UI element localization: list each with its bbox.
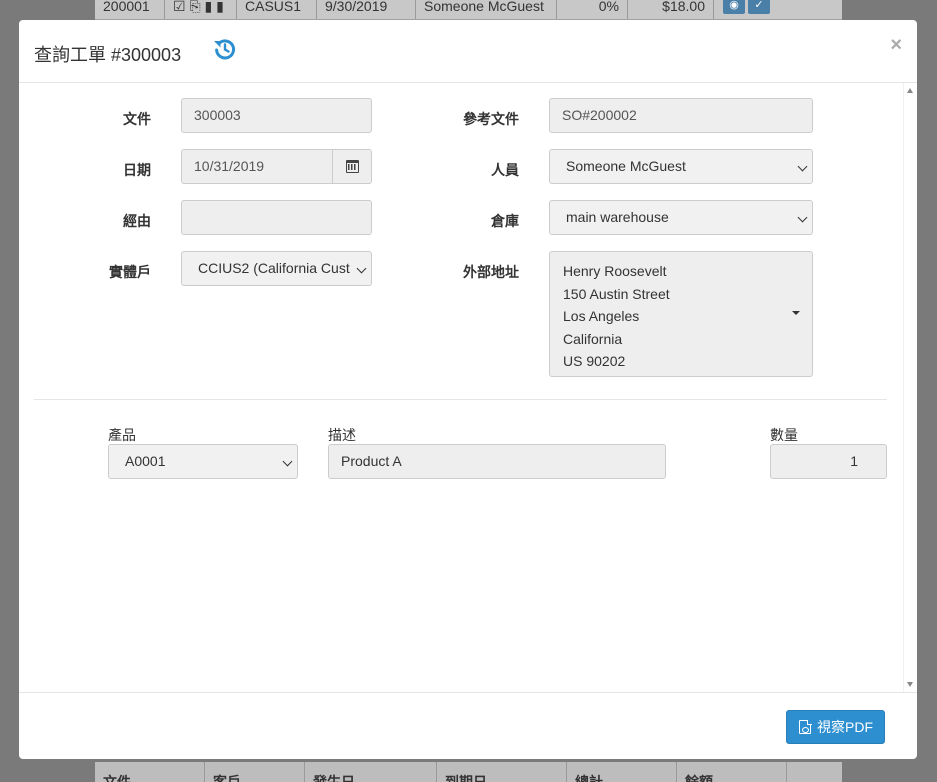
doc-field[interactable]: 300003 <box>181 98 372 133</box>
bg-view-button: ◉ <box>723 0 745 14</box>
person-select-value: Someone McGuest <box>566 158 686 174</box>
warehouse-select-value: main warehouse <box>566 209 669 225</box>
modal-title: 查詢工單 #300003 <box>34 45 182 65</box>
bg-header-doc: 文件 <box>95 762 205 782</box>
bg-header-issue-date: 發生日 <box>305 762 437 782</box>
bg-status-icons: ☑ ⎘ ▮ ▮ <box>165 0 237 19</box>
bg-header-customer: 客戶 <box>205 762 305 782</box>
close-button[interactable]: × <box>890 34 902 57</box>
product-select-value: A0001 <box>125 453 166 469</box>
view-pdf-label: 視察PDF <box>817 719 873 735</box>
description-header: 描述 <box>328 427 356 443</box>
background-table-row: 200001 ☑ ⎘ ▮ ▮ CASUS1 9/30/2019 Someone … <box>95 0 842 20</box>
person-label: 人員 <box>491 162 519 178</box>
bg-header-total: 總計 <box>567 762 677 782</box>
modal-body: 文件 300003 參考文件 SO#200002 日期 10/31/2019 人… <box>19 83 917 692</box>
product-header: 產品 <box>108 427 136 443</box>
chevron-down-icon <box>356 263 367 274</box>
work-order-modal: 查詢工單 #300003 × 文件 300003 參考文件 SO#200002 … <box>19 20 917 759</box>
background-table-header: 文件 客戶 發生日 到期日 總計 餘額 <box>95 762 842 782</box>
calendar-icon <box>346 160 359 173</box>
address-line: US 90202 <box>563 353 626 369</box>
address-label: 外部地址 <box>463 264 519 280</box>
bg-cell-amount: $18.00 <box>628 0 714 19</box>
bg-edit-button: ✓ <box>748 0 770 14</box>
date-label: 日期 <box>123 162 151 178</box>
pdf-file-icon <box>799 719 812 734</box>
chevron-down-icon <box>282 456 293 467</box>
ref-doc-field[interactable]: SO#200002 <box>549 98 813 133</box>
chevron-down-icon <box>797 161 808 172</box>
bg-cell-person: Someone McGuest <box>416 0 557 19</box>
quantity-header: 數量 <box>770 427 798 443</box>
bg-cell-percent: 0% <box>557 0 628 19</box>
bg-cell-date: 9/30/2019 <box>317 0 416 19</box>
via-field[interactable] <box>181 200 372 235</box>
chevron-down-icon <box>797 212 808 223</box>
section-divider <box>34 399 887 400</box>
via-label: 經由 <box>123 213 151 229</box>
bg-cell-doc: 200001 <box>95 0 165 19</box>
entity-label: 實體戶 <box>109 264 151 280</box>
modal-footer: 視察PDF <box>19 692 917 759</box>
warehouse-select[interactable]: main warehouse <box>549 200 813 235</box>
bg-header-balance: 餘額 <box>677 762 787 782</box>
address-line: Henry Roosevelt <box>563 263 667 279</box>
date-picker-button[interactable] <box>332 149 372 184</box>
ref-doc-label: 參考文件 <box>463 111 519 127</box>
description-field[interactable]: Product A <box>328 444 666 479</box>
modal-header: 查詢工單 #300003 × <box>19 20 917 83</box>
warehouse-label: 倉庫 <box>491 213 519 229</box>
bg-cell-customer: CASUS1 <box>237 0 317 19</box>
date-field[interactable]: 10/31/2019 <box>181 149 333 184</box>
modal-scrollbar[interactable] <box>903 83 917 692</box>
product-select[interactable]: A0001 <box>108 444 298 479</box>
scroll-up-icon[interactable] <box>907 88 913 93</box>
address-line: California <box>563 330 623 347</box>
bg-header-due-date: 到期日 <box>437 762 567 782</box>
entity-select[interactable]: CCIUS2 (California Cust <box>181 251 372 286</box>
entity-select-value: CCIUS2 (California Cust <box>198 260 350 276</box>
person-select[interactable]: Someone McGuest <box>549 149 813 184</box>
caret-down-icon <box>792 311 800 315</box>
view-pdf-button[interactable]: 視察PDF <box>786 710 885 744</box>
scroll-down-icon[interactable] <box>907 682 913 687</box>
history-icon[interactable] <box>212 36 238 62</box>
address-select[interactable]: Henry Roosevelt 150 Austin Street Los An… <box>549 251 813 377</box>
address-line: Los Angeles <box>563 308 640 324</box>
address-line: 150 Austin Street <box>563 285 670 302</box>
quantity-field[interactable]: 1 <box>770 444 887 479</box>
doc-label: 文件 <box>123 111 151 127</box>
